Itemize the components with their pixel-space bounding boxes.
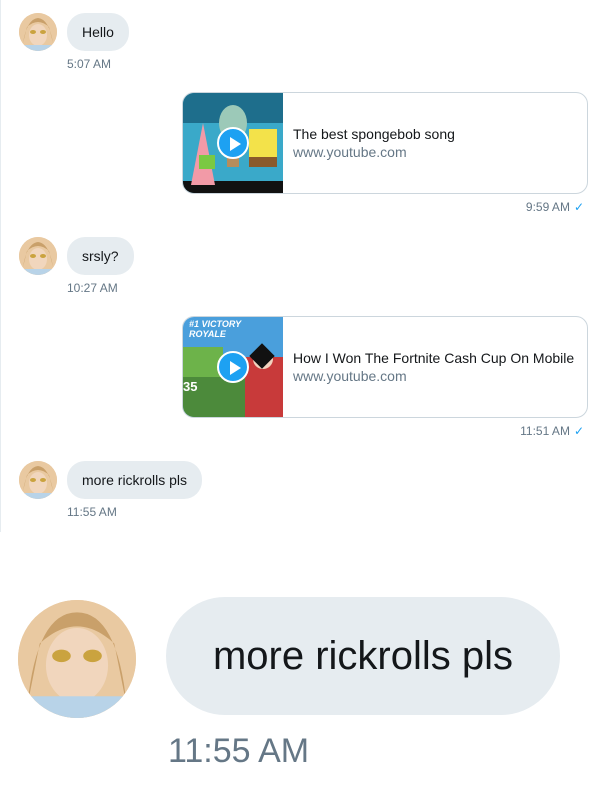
timestamp-text: 11:51 AM xyxy=(520,424,570,438)
message-text: srsly? xyxy=(82,248,119,264)
avatar[interactable] xyxy=(19,13,57,51)
thumb-badge: #1 VICTORY ROYALE xyxy=(189,319,242,339)
message-text: more rickrolls pls xyxy=(212,633,514,678)
link-card[interactable]: #1 VICTORY ROYALE 35 How I Won The Fortn… xyxy=(182,316,588,418)
message-text: more rickrolls pls xyxy=(82,472,188,488)
message-bubble: srsly? xyxy=(67,237,134,275)
message-timestamp: 9:59 AM ✓ xyxy=(526,200,584,214)
timestamp-text: 9:59 AM xyxy=(525,200,570,214)
message-timestamp: 11:55 AM xyxy=(168,732,310,770)
divider xyxy=(0,0,1,532)
thumb-number: 35 xyxy=(183,379,198,394)
card-url: www.youtube.com xyxy=(293,368,407,384)
check-icon: ✓ xyxy=(573,424,584,438)
chat-thread: Hello 5:07 AM The best spongebob song ww… xyxy=(0,0,601,532)
message-timestamp: 11:55 AM xyxy=(67,505,117,519)
card-title: How I Won The Fortnite Cash Cup On Mobil… xyxy=(293,350,575,366)
avatar[interactable] xyxy=(19,237,57,275)
card-url: www.youtube.com xyxy=(293,144,407,160)
message-timestamp: 10:27 AM xyxy=(67,281,118,295)
message-bubble: more rickrolls pls xyxy=(166,597,560,715)
message-timestamp: 5:07 AM xyxy=(67,57,112,71)
spongebob-thumbnail xyxy=(183,93,283,193)
message-timestamp: 11:51 AM ✓ xyxy=(520,424,584,438)
play-icon[interactable] xyxy=(217,351,249,383)
avatar xyxy=(18,600,136,718)
avatar[interactable] xyxy=(19,461,57,499)
card-title: The best spongebob song xyxy=(293,126,455,142)
message-bubble: Hello xyxy=(67,13,129,51)
message-text: Hello xyxy=(82,24,114,40)
check-icon: ✓ xyxy=(573,200,584,214)
message-bubble: more rickrolls pls xyxy=(67,461,203,499)
play-icon[interactable] xyxy=(217,127,249,159)
fortnite-thumbnail: #1 VICTORY ROYALE 35 xyxy=(183,317,283,417)
link-card[interactable]: The best spongebob song www.youtube.com xyxy=(182,92,588,194)
zoomed-message: more rickrolls pls 11:55 AM xyxy=(0,560,601,802)
